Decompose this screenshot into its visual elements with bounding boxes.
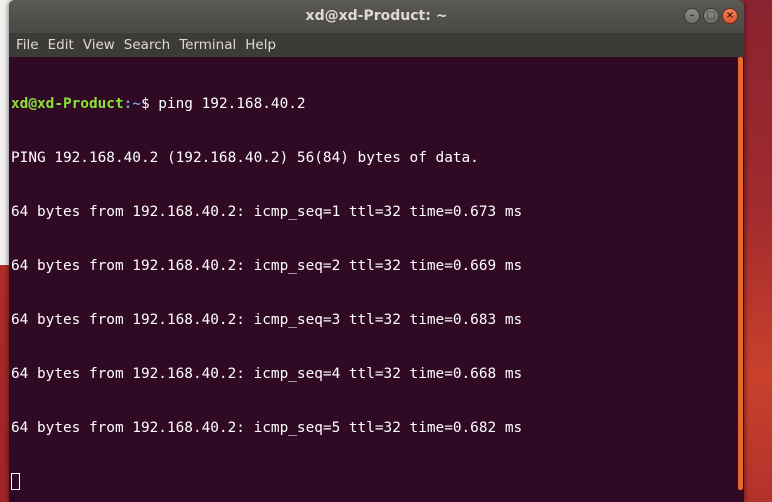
command-text: ping 192.168.40.2 (158, 96, 306, 112)
window-controls: – □ × (684, 8, 738, 26)
window-title: xd@xd-Product: ~ (305, 8, 448, 24)
minimize-button[interactable]: – (684, 8, 700, 24)
menu-terminal[interactable]: Terminal (175, 33, 240, 57)
terminal-window: xd@xd-Product: ~ – □ × File Edit View Se… (9, 0, 744, 502)
menu-help[interactable]: Help (241, 33, 280, 57)
cursor-line (11, 473, 737, 491)
scrollbar-thumb[interactable] (738, 57, 743, 490)
prompt-symbol: $ (140, 96, 159, 112)
maximize-icon: □ (706, 10, 716, 21)
menu-bar: File Edit View Search Terminal Help (9, 33, 744, 57)
menu-file[interactable]: File (12, 33, 43, 57)
maximize-button[interactable]: □ (703, 8, 719, 24)
menu-search[interactable]: Search (120, 33, 174, 57)
text-cursor (11, 473, 20, 490)
minimize-icon: – (689, 10, 695, 21)
output-line: 64 bytes from 192.168.40.2: icmp_seq=4 t… (11, 366, 523, 382)
prompt-path: :~ (123, 96, 141, 112)
output-line: 64 bytes from 192.168.40.2: icmp_seq=5 t… (11, 420, 523, 436)
terminal-output[interactable]: xd@xd-Product:~$ ping 192.168.40.2 PING … (9, 57, 737, 502)
title-bar[interactable]: xd@xd-Product: ~ – □ × (9, 0, 744, 33)
output-line: 64 bytes from 192.168.40.2: icmp_seq=1 t… (11, 204, 523, 220)
command-line: xd@xd-Product:~$ ping 192.168.40.2 (11, 95, 737, 113)
output-line: 64 bytes from 192.168.40.2: icmp_seq=2 t… (11, 258, 523, 274)
output-line: 64 bytes from 192.168.40.2: icmp_seq=3 t… (11, 312, 523, 328)
close-button[interactable]: × (722, 8, 738, 24)
menu-edit[interactable]: Edit (44, 33, 78, 57)
menu-view[interactable]: View (79, 33, 119, 57)
desktop-background (744, 0, 772, 502)
output-line: PING 192.168.40.2 (192.168.40.2) 56(84) … (11, 150, 479, 166)
scrollbar[interactable] (737, 57, 744, 502)
prompt-user-host: xd@xd-Product (11, 96, 124, 112)
close-icon: × (725, 10, 735, 21)
